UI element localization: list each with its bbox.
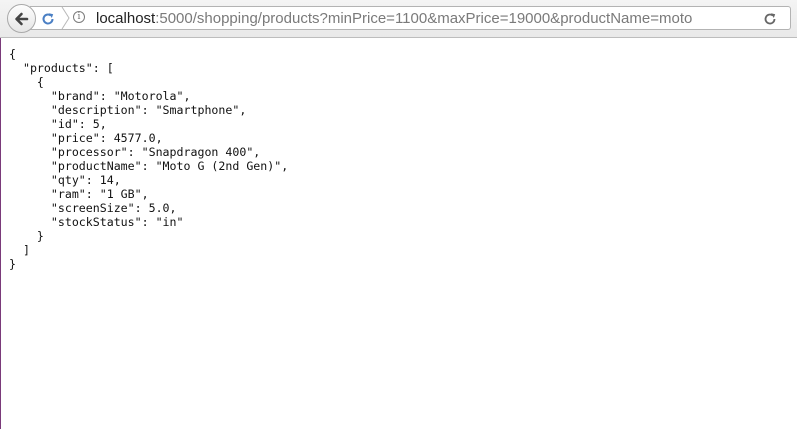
window-edge [0,38,1,429]
browser-toolbar: i localhost:5000/shopping/products?minPr… [0,0,797,38]
json-line: } [9,229,44,243]
json-line: } [9,257,16,271]
json-line: "id": 5, [9,117,107,131]
json-line: { [9,75,44,89]
json-line: "products": [ [9,61,114,75]
json-line: "price": 4577.0, [9,131,163,145]
url-host: localhost [96,10,156,27]
json-viewer: { "products": [ { "brand": "Motorola", "… [9,47,288,271]
json-line: "qty": 14, [9,173,121,187]
url-text[interactable]: localhost:5000/shopping/products?minPric… [96,10,692,27]
json-line: "stockStatus": "in" [9,215,184,229]
page-content: { "products": [ { "brand": "Motorola", "… [0,38,797,429]
json-line: "ram": "1 GB", [9,187,149,201]
json-line: "productName": "Moto G (2nd Gen)", [9,159,289,173]
json-line: { [9,47,16,61]
reload-icon[interactable] [41,11,55,30]
json-line: "screenSize": 5.0, [9,201,177,215]
json-line: ] [9,243,30,257]
json-line: "description": "Smartphone", [9,103,247,117]
address-bar[interactable]: i localhost:5000/shopping/products?minPr… [30,6,791,30]
info-icon[interactable]: i [73,11,85,23]
reload-icon[interactable] [763,11,777,30]
json-line: "processor": "Snapdragon 400", [9,145,261,159]
separator-chevron [61,6,71,30]
back-button[interactable] [7,4,36,33]
url-path: :5000/shopping/products?minPrice=1100&ma… [155,10,693,27]
json-line: "brand": "Motorola", [9,89,191,103]
